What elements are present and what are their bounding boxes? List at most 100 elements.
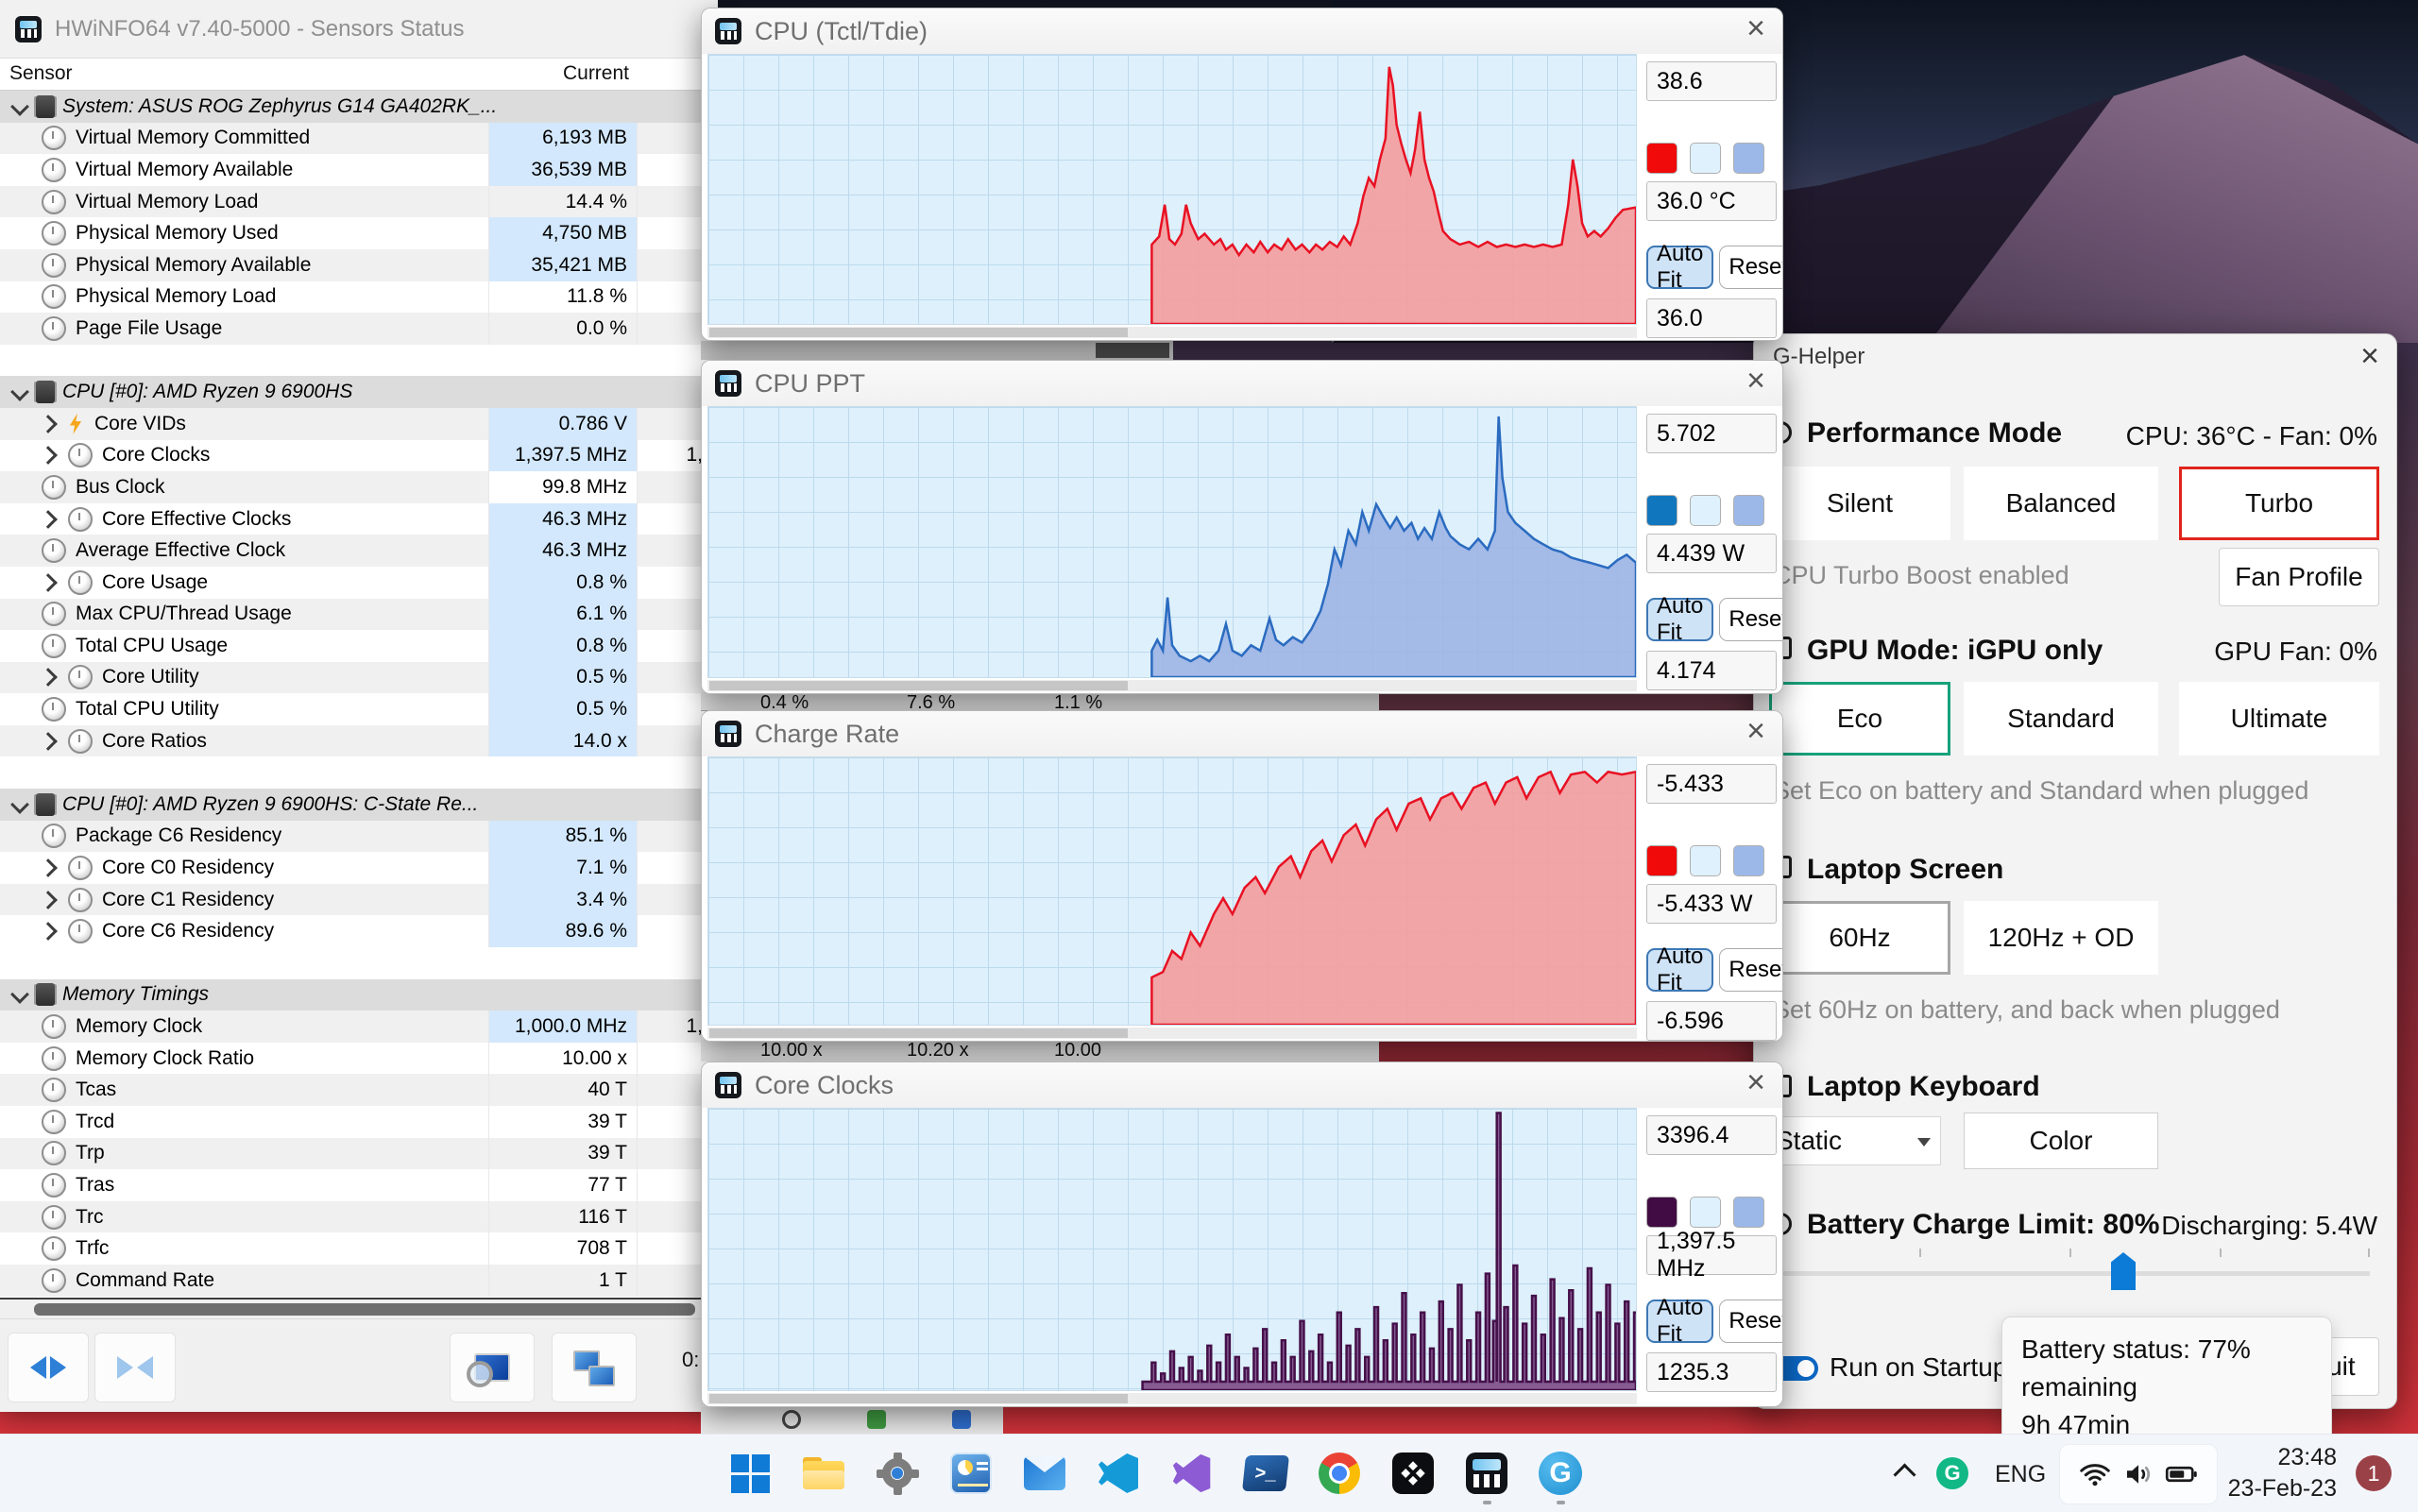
close-icon[interactable]: × [1746,363,1765,399]
eco-button[interactable]: Eco [1769,682,1950,756]
chevron-down-icon[interactable] [10,794,29,814]
color-swatch[interactable] [1733,845,1764,876]
expand-columns-button[interactable] [8,1333,89,1402]
sensor-row[interactable]: Physical Memory Available 35,421 MB [0,248,718,281]
balanced-button[interactable]: Balanced [1964,467,2158,540]
close-icon[interactable]: × [1746,713,1765,750]
graph-titlebar[interactable]: Core Clocks [702,1062,1782,1108]
sensor-row[interactable]: Core Usage 0.8 % [0,566,718,599]
graph-titlebar[interactable]: Charge Rate [702,711,1782,756]
chevron-right-icon[interactable] [39,509,58,529]
color-swatch[interactable] [1733,1197,1764,1228]
h-scrollbar[interactable] [707,680,1637,691]
graph-titlebar[interactable]: CPU PPT [702,361,1782,406]
reset-button[interactable]: Reset [1719,1300,1782,1343]
chevron-right-icon[interactable] [39,572,58,592]
sensor-row[interactable]: Trp 39 T [0,1137,718,1170]
battery-limit-slider-thumb[interactable] [2111,1252,2136,1290]
scrollbar-thumb[interactable] [709,681,1128,690]
color-swatch[interactable] [1646,143,1677,174]
grammarly-tray-icon[interactable]: G [1936,1457,1968,1489]
chevron-right-icon[interactable] [39,668,58,688]
sensor-row[interactable]: Bus Clock 99.8 MHz [0,471,718,503]
sensor-row[interactable]: Total CPU Usage 0.8 % [0,630,718,662]
sensor-row[interactable]: Virtual Memory Load 14.4 % [0,185,718,218]
color-swatch[interactable] [1690,143,1721,174]
h-scrollbar[interactable] [707,1393,1637,1404]
taskbar-icon-vscode[interactable] [1096,1451,1141,1496]
standard-button[interactable]: Standard [1964,682,2158,756]
sensor-row[interactable]: Memory Clock 1,000.0 MHz 1, [0,1011,718,1043]
taskbar-icon-chrome[interactable] [1317,1451,1362,1496]
sensor-row[interactable]: Core C0 Residency 7.1 % [0,852,718,884]
sensor-row[interactable]: Virtual Memory Committed 6,193 MB [0,122,718,155]
ultimate-button[interactable]: Ultimate [2179,682,2379,756]
scrollbar-thumb[interactable] [709,1028,1128,1038]
120hz-od-button[interactable]: 120Hz + OD [1964,901,2158,975]
sensor-row[interactable]: Command Rate 1 T [0,1264,718,1297]
turbo-button[interactable]: Turbo [2179,467,2379,540]
reset-button[interactable]: Reset [1719,246,1782,289]
fan-profile-button[interactable]: Fan Profile [2219,548,2379,606]
silent-button[interactable]: Silent [1769,467,1950,540]
battery-limit-slider-track[interactable] [1769,1271,2370,1276]
sensor-row[interactable]: Page File Usage 0.0 % [0,313,718,345]
column-header-sensor[interactable]: Sensor [9,62,73,85]
sensor-row[interactable]: Virtual Memory Available 36,539 MB [0,154,718,186]
notification-badge[interactable]: 1 [2356,1455,2392,1491]
taskbar-icon-start[interactable] [727,1451,773,1496]
scrollbar-thumb[interactable] [709,328,1128,337]
sensor-row[interactable]: Core Effective Clocks 46.3 MHz [0,502,718,535]
taskbar-icon-settings[interactable] [875,1451,920,1496]
collapse-columns-button[interactable] [94,1333,176,1402]
chevron-right-icon[interactable] [39,922,58,942]
sensor-row[interactable]: Core Clocks 1,397.5 MHz 1, [0,439,718,472]
color-swatch[interactable] [1690,495,1721,526]
system-tray-group[interactable] [2059,1444,2218,1504]
reset-button[interactable]: Reset [1719,598,1782,641]
reset-button[interactable]: Reset [1719,948,1782,992]
taskbar-icon-hwinfo[interactable] [1464,1451,1509,1496]
sensor-row[interactable]: Core Utility 0.5 % [0,661,718,694]
taskbar-icon-mail[interactable] [1022,1451,1067,1496]
column-header-current[interactable]: Current [489,62,629,85]
sensor-row[interactable]: Total CPU Utility 0.5 % [0,693,718,725]
sensor-row[interactable]: Physical Memory Load 11.8 % [0,280,718,314]
sensor-section-row[interactable]: Memory Timings [0,978,718,1011]
sensor-row[interactable]: Package C6 Residency 85.1 % [0,820,718,853]
chevron-right-icon[interactable] [39,414,58,433]
h-scrollbar[interactable] [707,1028,1637,1039]
60hz-button[interactable]: 60Hz [1769,901,1950,975]
sensor-section-row[interactable]: System: ASUS ROG Zephyrus G14 GA402RK_..… [0,91,718,123]
sensor-row[interactable]: Core VIDs 0.786 V [0,407,718,440]
scrollbar-thumb[interactable] [34,1303,695,1316]
close-icon[interactable]: × [1746,10,1765,47]
taskbar-icon-explorer[interactable] [801,1451,846,1496]
sensor-row[interactable]: Core C1 Residency 3.4 % [0,883,718,916]
chevron-down-icon[interactable] [10,382,29,402]
h-scrollbar[interactable] [707,327,1637,338]
color-swatch[interactable] [1646,1197,1677,1228]
sensor-row[interactable]: Core Ratios 14.0 x [0,724,718,757]
sensor-section-row[interactable]: CPU [#0]: AMD Ryzen 9 6900HS: C-State Re… [0,789,718,821]
taskbar-icon-monitor[interactable] [948,1451,994,1496]
chevron-right-icon[interactable] [39,731,58,751]
sensor-section-row[interactable]: CPU [#0]: AMD Ryzen 9 6900HS [0,376,718,408]
keyboard-mode-dropdown[interactable]: Static [1767,1116,1941,1165]
sensor-row[interactable]: Memory Clock Ratio 10.00 x [0,1042,718,1075]
close-icon[interactable]: × [2360,338,2379,375]
graph-titlebar[interactable]: CPU (Tctl/Tdie) [702,8,1782,54]
chevron-right-icon[interactable] [39,858,58,877]
chevron-right-icon[interactable] [39,446,58,466]
color-swatch[interactable] [1646,845,1677,876]
sensor-row[interactable]: Physical Memory Used 4,750 MB [0,217,718,249]
sensor-row[interactable]: Trfc 708 T [0,1232,718,1265]
sensor-row[interactable]: Trcd 39 T [0,1106,718,1138]
language-indicator[interactable]: ENG [1995,1461,2046,1488]
sensor-row[interactable]: Tras 77 T [0,1169,718,1201]
sensor-row[interactable]: Core C6 Residency 89.6 % [0,915,718,948]
remote-monitor-button[interactable] [552,1333,637,1402]
taskbar-icon-visualstudio[interactable] [1169,1451,1215,1496]
scrollbar-thumb[interactable] [709,1394,1128,1403]
color-swatch[interactable] [1733,143,1764,174]
